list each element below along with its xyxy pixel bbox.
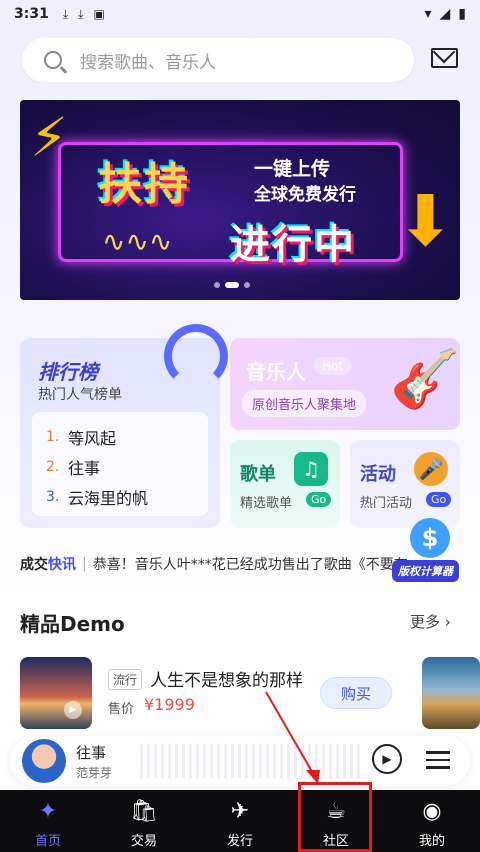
search-input[interactable]: 搜索歌曲、音乐人: [22, 38, 414, 82]
ranking-list: 1. 等风起 2. 往事 3. 云海里的帆: [32, 412, 208, 516]
rank-number: 1.: [46, 429, 60, 445]
ticker-label-accent: 快讯: [48, 557, 76, 573]
promo-banner[interactable]: ⚡ 扶持 一键上传 全球免费发行 ∿∿∿ 进行中 ⬇: [20, 100, 460, 300]
demo-cover-next[interactable]: [422, 657, 480, 729]
app-icon: ▣: [93, 7, 105, 21]
signal-icon: ◢: [439, 6, 451, 22]
tab-label: 我的: [418, 834, 445, 849]
lightning-icon: ⚡: [30, 106, 68, 169]
demo-title[interactable]: 人生不是想象的那样: [150, 666, 303, 691]
banner-headline-1: 扶持: [98, 159, 190, 210]
headphones-icon: [164, 324, 228, 388]
calculator-label: 版权计算器: [392, 560, 459, 582]
ranking-item[interactable]: 3. 云海里的帆: [46, 482, 194, 512]
page-dot: [244, 282, 250, 288]
buy-button[interactable]: 购买: [320, 677, 392, 709]
banner-subtitle-1: 一键上传: [254, 158, 331, 180]
rank-number: 2.: [46, 459, 60, 475]
tab-publish[interactable]: ✈ 发行: [192, 790, 288, 852]
battery-icon: ▮: [458, 6, 466, 22]
player-song-title: 往事: [76, 744, 107, 762]
musician-card[interactable]: 音乐人 Hot 原创音乐人聚集地 🎸: [230, 338, 460, 430]
page-dot-active: [225, 282, 239, 288]
ranking-item[interactable]: 2. 往事: [46, 452, 194, 482]
events-subtitle: 热门活动: [360, 496, 413, 511]
search-placeholder: 搜索歌曲、音乐人: [80, 52, 216, 73]
section-title: 精品Demo: [20, 612, 125, 636]
rank-song-title: 云海里的帆: [68, 489, 149, 508]
playlist-go-badge: Go: [306, 492, 332, 507]
wifi-icon: ▾: [424, 6, 432, 22]
play-icon[interactable]: ▶: [64, 701, 82, 719]
events-title: 活动: [360, 464, 396, 485]
deal-news-ticker[interactable]: 成交 快讯 | 恭喜！音乐人叶***花已经成功售出了歌曲《不要在: [20, 546, 420, 582]
musician-title: 音乐人: [246, 360, 306, 384]
musician-subtitle: 原创音乐人聚集地: [242, 390, 367, 417]
banner-subtitle-2: 全球免费发行: [254, 185, 356, 205]
tab-label: 首页: [34, 834, 61, 849]
home-icon: ✦: [38, 799, 58, 824]
mail-icon[interactable]: [431, 48, 458, 68]
demo-cover[interactable]: ▶: [20, 657, 92, 729]
playlist-queue-icon[interactable]: [426, 746, 450, 772]
player-artist: 范芽芽: [76, 766, 113, 780]
price-value: ¥1999: [144, 695, 195, 714]
tab-label: 发行: [226, 834, 253, 849]
send-icon: ✈: [230, 799, 250, 824]
rank-song-title: 等风起: [68, 429, 117, 448]
arrow-icon: ⬇: [396, 180, 455, 262]
search-icon: [44, 51, 62, 69]
events-card[interactable]: 活动 🎤 热门活动 Go: [350, 440, 460, 528]
playlist-subtitle: 精选歌单: [240, 496, 293, 511]
playlist-title: 歌单: [240, 464, 276, 485]
avatar: [22, 739, 66, 783]
dollar-coin-icon: $: [410, 518, 450, 558]
bag-icon: 🛍: [130, 799, 158, 824]
status-bar: 3:31 ⤓ ⤓ ▣ ▾ ◢ ▮: [0, 0, 480, 28]
bottom-tab-bar: ✦ 首页 🛍 交易 ✈ 发行 ☕ 社区 ◉ 我的: [0, 790, 480, 852]
guitar-player-icon: 🎸: [390, 347, 460, 412]
mini-player[interactable]: 往事 范芽芽 ▶: [10, 736, 470, 786]
ranking-title: 排行榜: [38, 360, 98, 384]
ticker-message: 恭喜！音乐人叶***花已经成功售出了歌曲《不要在: [92, 557, 408, 573]
tab-label: 交易: [130, 834, 157, 849]
playlist-card[interactable]: 歌单 ♫ 精选歌单 Go: [230, 440, 340, 528]
download-icon: ⤓: [62, 6, 69, 21]
banner-pagination: [214, 282, 250, 288]
events-go-badge: Go: [426, 492, 452, 507]
rank-number: 3.: [46, 489, 60, 505]
price-label: 售价: [108, 702, 135, 717]
ranking-card[interactable]: 排行榜 热门人气榜单 1. 等风起 2. 往事 3. 云海里的帆: [20, 324, 228, 528]
waveform-background: [140, 744, 360, 778]
banner-headline-2: 进行中: [230, 222, 356, 268]
more-link[interactable]: 更多 ›: [410, 611, 451, 632]
download-icon: ⤓: [78, 6, 84, 21]
ticker-label: 成交: [20, 557, 48, 573]
tab-home[interactable]: ✦ 首页: [0, 790, 96, 852]
profile-icon: ◉: [422, 799, 442, 824]
status-time: 3:31: [14, 6, 49, 22]
community-tab-highlight: [298, 782, 372, 852]
ticker-separator: |: [82, 556, 87, 572]
ranking-subtitle: 热门人气榜单: [38, 387, 122, 403]
genre-tag: 流行: [108, 669, 143, 690]
hot-badge: Hot: [314, 357, 352, 375]
waveform-icon: ∿∿∿: [102, 225, 173, 258]
playlist-icon: ♫: [294, 452, 328, 486]
tab-profile[interactable]: ◉ 我的: [384, 790, 480, 852]
ranking-item[interactable]: 1. 等风起: [46, 422, 194, 452]
rank-song-title: 往事: [68, 459, 101, 478]
page-dot: [214, 282, 220, 288]
copyright-calculator-button[interactable]: $ 版权计算器: [390, 518, 470, 588]
play-button[interactable]: ▶: [372, 744, 402, 774]
microphone-icon: 🎤: [414, 452, 448, 486]
tab-trade[interactable]: 🛍 交易: [96, 790, 192, 852]
